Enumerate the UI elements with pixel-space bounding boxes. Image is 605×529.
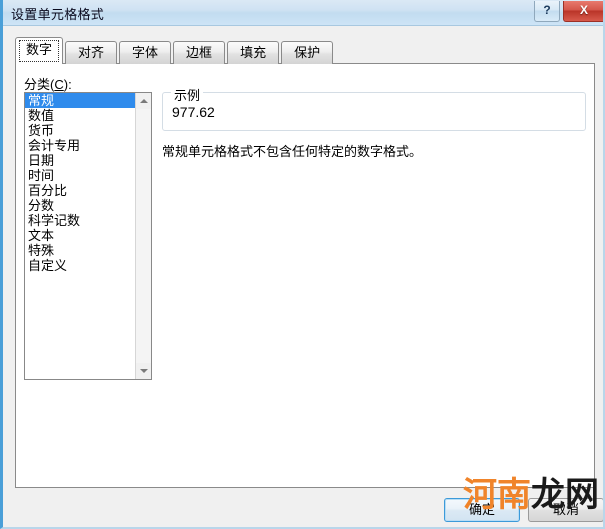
- title-bar: 设置单元格格式 ? X: [3, 0, 603, 26]
- ok-button[interactable]: 确定: [444, 498, 520, 522]
- scroll-down-arrow-icon[interactable]: [136, 363, 151, 379]
- triangle-up-glyph: [139, 99, 148, 103]
- tab-font[interactable]: 字体: [119, 41, 172, 64]
- tab-strip: 数字 对齐 字体 边框 填充 保护: [15, 37, 335, 64]
- tab-content-panel: 分类(C): 常规 数值 货币 会计专用 日期 时间 百分比 分数 科学记数 文…: [15, 63, 595, 488]
- list-item[interactable]: 自定义: [25, 258, 136, 273]
- list-item[interactable]: 数值: [25, 108, 136, 123]
- tab-label: 填充: [240, 45, 267, 60]
- format-description: 常规单元格格式不包含任何特定的数字格式。: [162, 144, 423, 159]
- category-label-prefix: 分类(: [24, 77, 55, 92]
- dialog-title: 设置单元格格式: [11, 7, 105, 22]
- tab-label: 对齐: [78, 45, 105, 60]
- tab-label: 边框: [186, 45, 213, 60]
- tab-border[interactable]: 边框: [173, 41, 226, 64]
- listbox-scrollbar[interactable]: [135, 93, 151, 379]
- list-item[interactable]: 时间: [25, 168, 136, 183]
- triangle-down-glyph: [139, 369, 148, 373]
- help-button[interactable]: ?: [534, 1, 560, 22]
- tab-number[interactable]: 数字: [15, 37, 64, 64]
- sample-value: 977.62: [172, 104, 215, 120]
- category-label: 分类(C):: [24, 74, 72, 93]
- tab-label: 保护: [294, 45, 321, 60]
- list-item[interactable]: 常规: [25, 93, 136, 108]
- category-label-suffix: ):: [63, 77, 72, 92]
- dialog-window: 设置单元格格式 ? X 数字 对齐 字体 边框 填充 保护 分类(C): 常规 …: [0, 0, 605, 529]
- list-item[interactable]: 特殊: [25, 243, 136, 258]
- cancel-button[interactable]: 取消: [528, 498, 603, 522]
- list-item[interactable]: 日期: [25, 153, 136, 168]
- scroll-up-arrow-icon[interactable]: [136, 93, 151, 109]
- category-listbox[interactable]: 常规 数值 货币 会计专用 日期 时间 百分比 分数 科学记数 文本 特殊 自定…: [24, 92, 152, 380]
- list-item[interactable]: 文本: [25, 228, 136, 243]
- tab-fill[interactable]: 填充: [227, 41, 280, 64]
- list-item[interactable]: 货币: [25, 123, 136, 138]
- tab-protection[interactable]: 保护: [281, 41, 334, 64]
- list-item[interactable]: 分数: [25, 198, 136, 213]
- list-item[interactable]: 科学记数: [25, 213, 136, 228]
- category-list-items: 常规 数值 货币 会计专用 日期 时间 百分比 分数 科学记数 文本 特殊 自定…: [25, 93, 136, 273]
- tab-label: 数字: [26, 42, 53, 57]
- close-button[interactable]: X: [563, 1, 603, 22]
- sample-legend: 示例: [171, 85, 204, 104]
- tab-label: 字体: [132, 45, 159, 60]
- category-label-accesskey: C: [54, 77, 64, 92]
- list-item[interactable]: 会计专用: [25, 138, 136, 153]
- sample-groupbox: 示例 977.62: [162, 85, 586, 131]
- tab-alignment[interactable]: 对齐: [65, 41, 118, 64]
- list-item[interactable]: 百分比: [25, 183, 136, 198]
